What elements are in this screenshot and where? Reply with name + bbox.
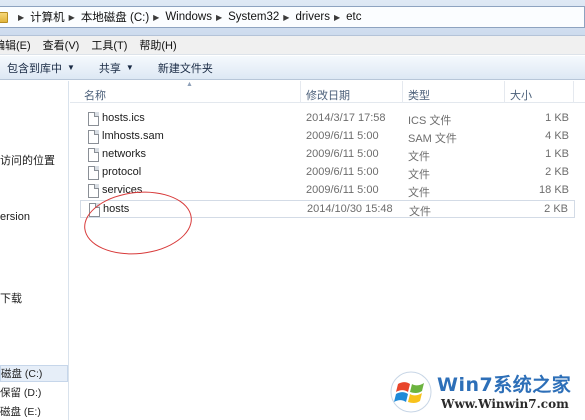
menu-help[interactable]: 帮助(H) (139, 37, 176, 53)
file-type: 文件 (409, 206, 431, 218)
nav-drive-label: 磁盘 (C:) (1, 368, 43, 380)
file-type: SAM 文件 (408, 133, 457, 145)
file-size: 1 KB (545, 112, 569, 124)
column-header-type[interactable]: 类型 (408, 87, 430, 103)
column-divider[interactable] (402, 81, 403, 103)
file-date: 2014/10/30 15:48 (307, 203, 393, 215)
folder-icon (0, 11, 8, 23)
menu-bar: 编辑(E) 查看(V) 工具(T) 帮助(H) (0, 36, 585, 55)
file-type: 文件 (408, 169, 430, 181)
file-name: protocol (102, 166, 142, 178)
breadcrumb-local-disk[interactable]: 本地磁盘 (C:) (81, 9, 149, 25)
column-header-name[interactable]: 名称 (84, 87, 106, 103)
file-type: ICS 文件 (408, 115, 452, 127)
breadcrumb-etc[interactable]: etc (346, 11, 361, 23)
file-size: 1 KB (545, 148, 569, 160)
nav-drive-label: 磁盘 (E:) (0, 406, 41, 418)
chevron-right-icon[interactable]: ▶ (153, 13, 159, 22)
file-row[interactable]: hosts.ics 2014/3/17 17:58 ICS 文件 1 KB (80, 110, 575, 128)
chevron-right-icon[interactable]: ▶ (283, 13, 289, 22)
file-row[interactable]: protocol 2009/6/11 5:00 文件 2 KB (80, 164, 575, 182)
file-name: lmhosts.sam (102, 130, 164, 142)
breadcrumb-windows[interactable]: Windows (165, 11, 212, 23)
nav-item-version[interactable]: ersion (0, 211, 30, 223)
file-icon (88, 148, 99, 162)
column-header-date[interactable]: 修改日期 (306, 87, 350, 103)
include-in-library-label: 包含到库中 (7, 62, 62, 75)
windows-logo-icon (390, 371, 432, 413)
chevron-right-icon[interactable]: ▶ (216, 13, 222, 22)
watermark: Win7系统之家 Www.Winwin7.com (387, 366, 585, 420)
file-date: 2009/6/11 5:00 (306, 184, 379, 196)
navigation-pane: 访问的位置 ersion 下载 磁盘 (C:) 保留 (D:) 磁盘 (E:) (0, 81, 69, 420)
address-bar[interactable]: ▶ 计算机 ▶ 本地磁盘 (C:) ▶ Windows ▶ System32 ▶… (0, 6, 585, 28)
column-divider[interactable] (300, 81, 301, 103)
share-button[interactable]: 共享 ▼ (93, 60, 140, 76)
breadcrumb-computer[interactable]: 计算机 (30, 9, 65, 25)
watermark-url: Www.Winwin7.com (441, 397, 569, 411)
file-name: networks (102, 148, 147, 160)
file-icon (88, 112, 99, 126)
file-size: 18 KB (539, 184, 569, 196)
column-divider[interactable] (573, 81, 574, 103)
file-icon (88, 184, 99, 198)
dropdown-caret-icon: ▼ (125, 63, 134, 72)
file-row[interactable]: networks 2009/6/11 5:00 文件 1 KB (80, 146, 575, 164)
file-date: 2009/6/11 5:00 (306, 166, 379, 178)
file-date: 2014/3/17 17:58 (306, 112, 386, 124)
watermark-title: Win7系统之家 (437, 374, 572, 396)
file-icon (88, 166, 99, 180)
share-label: 共享 (98, 62, 121, 75)
dropdown-caret-icon: ▼ (67, 63, 75, 72)
file-name: hosts.ics (102, 112, 145, 124)
command-bar: 包含到库中 ▼ 共享 ▼ 新建文件夹 (0, 56, 585, 80)
nav-drive-c[interactable]: 磁盘 (C:) (0, 365, 68, 382)
file-date: 2009/6/11 5:00 (306, 130, 379, 142)
chevron-right-icon[interactable]: ▶ (69, 13, 75, 22)
new-folder-button[interactable]: 新建文件夹 (152, 60, 219, 76)
column-divider[interactable] (504, 81, 505, 103)
file-type: 文件 (408, 187, 430, 199)
breadcrumb-drivers[interactable]: drivers (295, 11, 330, 23)
breadcrumb-system32[interactable]: System32 (228, 11, 279, 23)
sort-ascending-icon: ▲ (186, 81, 193, 88)
include-in-library-button[interactable]: 包含到库中 ▼ (1, 60, 81, 76)
file-size: 2 KB (544, 203, 568, 215)
nav-item-downloads[interactable]: 下载 (0, 290, 22, 306)
file-size: 4 KB (545, 130, 569, 142)
column-header-row: ▲ 名称 修改日期 类型 大小 (70, 81, 585, 103)
file-size: 2 KB (545, 166, 569, 178)
menu-view[interactable]: 查看(V) (43, 37, 80, 53)
chevron-right-icon[interactable]: ▶ (18, 13, 24, 22)
address-bar-area: ▶ 计算机 ▶ 本地磁盘 (C:) ▶ Windows ▶ System32 ▶… (0, 0, 585, 36)
nav-drive-d[interactable]: 保留 (D:) (0, 384, 68, 401)
file-type: 文件 (408, 151, 430, 163)
menu-tools[interactable]: 工具(T) (91, 37, 127, 53)
chevron-right-icon[interactable]: ▶ (334, 13, 340, 22)
file-row[interactable]: lmhosts.sam 2009/6/11 5:00 SAM 文件 4 KB (80, 128, 575, 146)
file-date: 2009/6/11 5:00 (306, 148, 379, 160)
column-header-size[interactable]: 大小 (510, 87, 532, 103)
nav-item-recent-places[interactable]: 访问的位置 (0, 152, 55, 168)
file-icon (88, 130, 99, 144)
menu-edit[interactable]: 编辑(E) (0, 37, 31, 53)
nav-drive-label: 保留 (D:) (0, 387, 42, 399)
nav-drive-e[interactable]: 磁盘 (E:) (0, 403, 68, 420)
